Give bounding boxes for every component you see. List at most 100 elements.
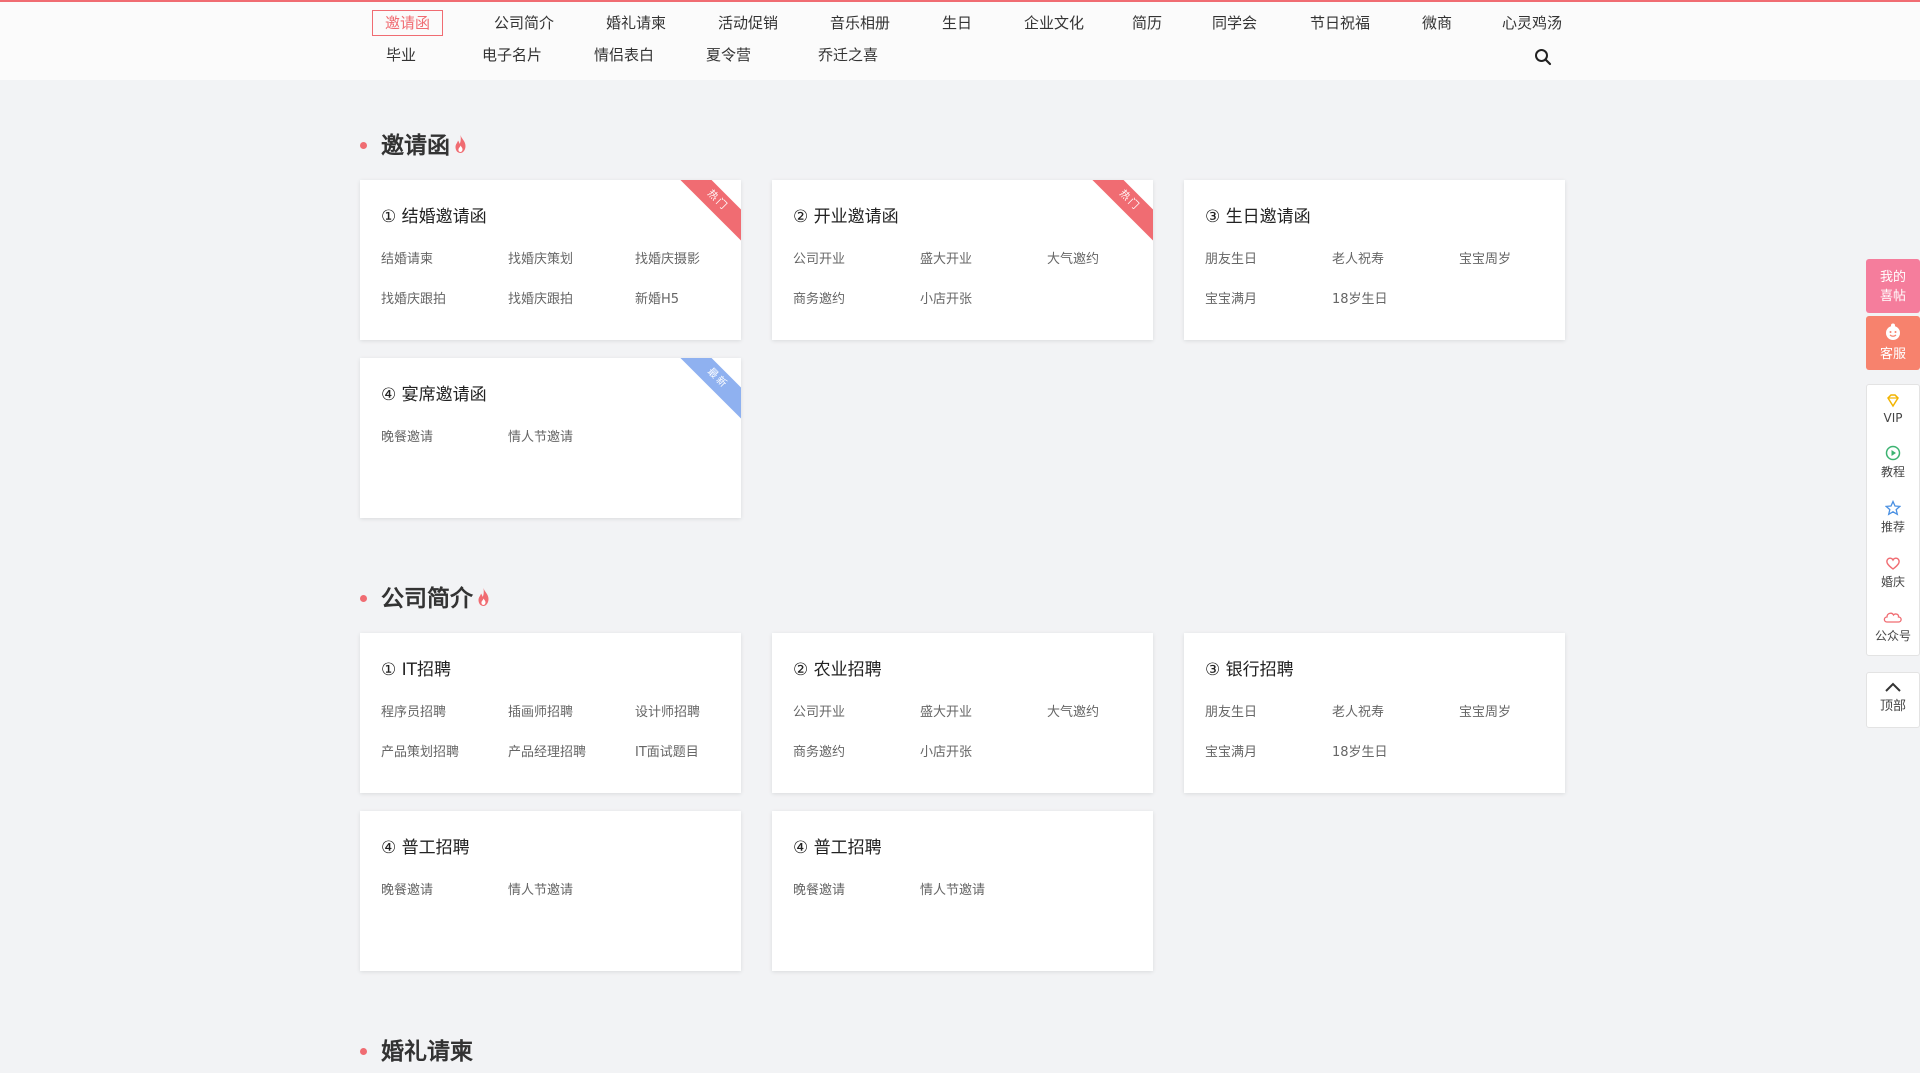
card-link[interactable]: IT面试题目 [635,741,699,760]
section-dot [360,594,367,602]
nav-item[interactable]: 同学会 [1212,10,1257,36]
card-link[interactable]: 公司开业 [793,701,845,720]
card-title[interactable]: ③ 银行招聘 [1205,655,1294,680]
card-link[interactable]: 商务邀约 [793,741,845,760]
back-to-top-button[interactable]: 顶部 [1866,672,1920,728]
nav-item[interactable]: 心灵鸡汤 [1502,10,1562,36]
sidebar-item-wedding[interactable]: 婚庆 [1867,555,1919,590]
card-title[interactable]: ② 农业招聘 [793,655,882,680]
section-dot [360,1047,367,1055]
nav-item[interactable]: 毕业 [386,42,416,68]
card-link[interactable]: 18岁生日 [1332,741,1388,760]
card-link[interactable]: 小店开张 [920,288,972,307]
card-link[interactable]: 情人节邀请 [508,879,573,898]
card-link[interactable]: 找婚庆摄影 [635,248,700,267]
card-title[interactable]: ④ 普工招聘 [793,833,882,858]
sidebar-item-recommend[interactable]: 推荐 [1867,500,1919,535]
category-card[interactable]: ② 开业邀请函公司开业 盛大开业 大气邀约商务邀约 小店开张 热门 [772,180,1153,340]
card-link[interactable]: 18岁生日 [1332,288,1388,307]
sidebar-item-official-account[interactable]: 公众号 [1867,609,1919,644]
card-title[interactable]: ④ 普工招聘 [381,833,470,858]
nav-item[interactable]: 生日 [942,10,972,36]
smiley-icon [1886,323,1900,340]
card-title[interactable]: ① 结婚邀请函 [381,202,487,227]
card-link[interactable]: 情人节邀请 [920,879,985,898]
nav-item[interactable]: 企业文化 [1024,10,1084,36]
nav-item[interactable]: 活动促销 [718,10,778,36]
sidebar-item-tutorial[interactable]: 教程 [1867,445,1919,480]
star-icon [1885,500,1901,516]
card-link[interactable]: 新婚H5 [635,288,679,307]
category-card[interactable]: ④ 普工招聘晚餐邀请 情人节邀请 [772,811,1153,971]
sidebar-item-label: 教程 [1880,465,1905,479]
sidebar-item-label: VIP [1883,411,1903,425]
nav-item[interactable]: 微商 [1422,10,1452,36]
card-title[interactable]: ② 开业邀请函 [793,202,899,227]
card-link[interactable]: 设计师招聘 [635,701,700,720]
category-card[interactable]: ③ 生日邀请函朋友生日 老人祝寿 宝宝周岁宝宝满月 18岁生日 [1184,180,1565,340]
category-card[interactable]: ③ 银行招聘朋友生日 老人祝寿 宝宝周岁宝宝满月 18岁生日 [1184,633,1565,793]
card-link[interactable]: 插画师招聘 [508,701,573,720]
section-title-text: 邀请函 [381,132,450,159]
card-link[interactable]: 找婚庆跟拍 [508,288,573,307]
card-link[interactable]: 产品经理招聘 [508,741,586,760]
card-link[interactable]: 老人祝寿 [1332,701,1384,720]
card-link[interactable]: 宝宝周岁 [1459,701,1511,720]
card-badge: 热门 [675,180,741,243]
nav-item[interactable]: 公司简介 [494,10,554,36]
header: 邀请函 公司简介 婚礼请柬 活动促销 音乐相册 生日 企业文化 简历 同学会 节日祝福 微商 心灵鸡汤… [0,2,1920,80]
cloud-icon [1883,612,1902,623]
category-card[interactable]: ① 结婚邀请函结婚请柬 找婚庆策划 找婚庆摄影找婚庆跟拍 找婚庆跟拍 新婚H5 热门 [360,180,741,340]
nav-item[interactable]: 邀请函 [372,10,444,36]
nav-item[interactable]: 婚礼请柬 [606,10,666,36]
category-card[interactable]: ④ 宴席邀请函晚餐邀请 情人节邀请 最新 [360,358,741,518]
fire-icon [478,588,489,606]
card-title[interactable]: ④ 宴席邀请函 [381,380,487,405]
card-link[interactable]: 朋友生日 [1205,701,1257,720]
card-link[interactable]: 小店开张 [920,741,972,760]
card-link[interactable]: 产品策划招聘 [381,741,459,760]
card-link[interactable]: 宝宝满月 [1205,288,1257,307]
card-badge: 最新 [675,358,741,421]
category-card[interactable]: ① IT招聘程序员招聘 插画师招聘 设计师招聘产品策划招聘 产品经理招聘 IT面试题目 [360,633,741,793]
nav-item[interactable]: 音乐相册 [830,10,890,36]
fire-icon [455,135,466,153]
card-badge: 热门 [1087,180,1153,243]
card-link[interactable]: 晚餐邀请 [381,879,433,898]
card-link[interactable]: 盛大开业 [920,701,972,720]
card-link[interactable]: 程序员招聘 [381,701,446,720]
section-title-text: 公司简介 [381,585,473,612]
card-link[interactable]: 盛大开业 [920,248,972,267]
card-link[interactable]: 宝宝满月 [1205,741,1257,760]
section-title-text: 婚礼请柬 [381,1038,473,1065]
my-site-button[interactable]: 我的 喜帖 [1866,259,1920,313]
card-title[interactable]: ③ 生日邀请函 [1205,202,1311,227]
search-icon[interactable] [1534,48,1552,66]
card-link[interactable]: 晚餐邀请 [793,879,845,898]
card-link[interactable]: 找婚庆跟拍 [381,288,446,307]
card-link[interactable]: 商务邀约 [793,288,845,307]
customer-service-button[interactable]: 客服 [1866,316,1920,370]
card-link[interactable]: 结婚请柬 [381,248,433,267]
card-link[interactable]: 晚餐邀请 [381,426,433,445]
card-link[interactable]: 情人节邀请 [508,426,573,445]
sidebar-item-vip[interactable]: VIP [1867,393,1919,425]
nav-item[interactable]: 简历 [1132,10,1162,36]
nav-item[interactable]: 节日祝福 [1310,10,1370,36]
category-card[interactable]: ② 农业招聘公司开业 盛大开业 大气邀约商务邀约 小店开张 [772,633,1153,793]
sidebar-item-label: 婚庆 [1880,575,1905,589]
nav-item[interactable]: 电子名片 [482,42,542,68]
card-link[interactable]: 公司开业 [793,248,845,267]
nav-item[interactable]: 乔迁之喜 [818,42,878,68]
nav-item[interactable]: 夏令营 [706,42,751,68]
card-link[interactable]: 老人祝寿 [1332,248,1384,267]
card-link[interactable]: 宝宝周岁 [1459,248,1511,267]
nav-item[interactable]: 情侣表白 [594,42,654,68]
card-link[interactable]: 大气邀约 [1047,248,1099,267]
card-link[interactable]: 找婚庆策划 [508,248,573,267]
card-link[interactable]: 大气邀约 [1047,701,1099,720]
section-title: 邀请函 [360,130,467,162]
card-title[interactable]: ① IT招聘 [381,655,451,680]
card-link[interactable]: 朋友生日 [1205,248,1257,267]
category-card[interactable]: ④ 普工招聘晚餐邀请 情人节邀请 [360,811,741,971]
